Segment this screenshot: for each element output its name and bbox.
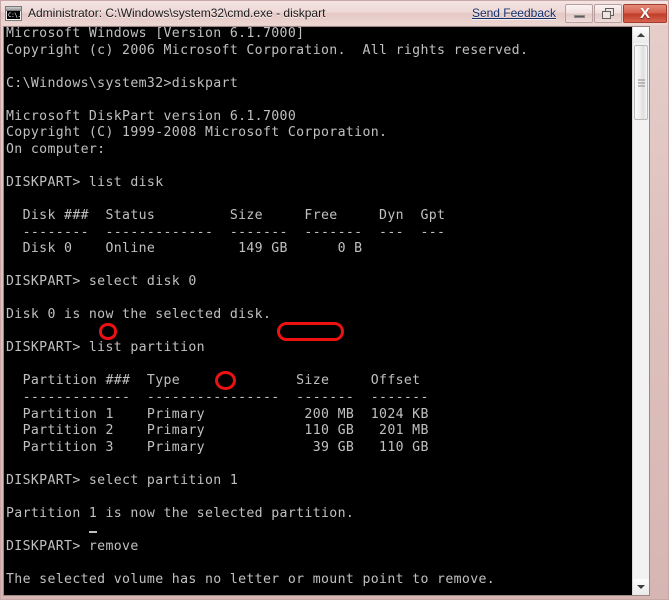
cmd-icon: C:\.: [5, 6, 22, 21]
cmd-icon-screen: C:\.: [7, 11, 20, 19]
minimize-button[interactable]: [565, 3, 593, 23]
scrollbar-grip-icon: [638, 79, 645, 86]
restore-icon: [602, 7, 614, 19]
close-button[interactable]: X: [623, 3, 667, 23]
console-text: Microsoft Windows [Version 6.1.7000] Cop…: [4, 27, 633, 595]
console-frame: Microsoft Windows [Version 6.1.7000] Cop…: [3, 26, 650, 596]
chevron-up-icon: [637, 33, 645, 37]
minimize-icon: [573, 14, 585, 18]
scrollbar-up-button[interactable]: [633, 27, 649, 43]
console-scrollbar[interactable]: [632, 27, 649, 595]
restore-button[interactable]: [594, 3, 622, 23]
restore-icon-front: [602, 10, 611, 19]
scrollbar-down-button[interactable]: [633, 579, 649, 595]
send-feedback-link[interactable]: Send Feedback: [472, 6, 556, 20]
window-titlebar[interactable]: C:\. Administrator: C:\Windows\system32\…: [1, 1, 668, 25]
console-output-area[interactable]: Microsoft Windows [Version 6.1.7000] Cop…: [4, 27, 633, 595]
caption-buttons: X: [564, 3, 667, 23]
text-cursor: [89, 531, 97, 533]
cmd-window: C:\. Administrator: C:\Windows\system32\…: [0, 0, 669, 600]
window-title: Administrator: C:\Windows\system32\cmd.e…: [28, 6, 326, 20]
chevron-down-icon: [637, 585, 645, 589]
close-icon: X: [639, 4, 650, 22]
scrollbar-thumb[interactable]: [634, 45, 648, 120]
